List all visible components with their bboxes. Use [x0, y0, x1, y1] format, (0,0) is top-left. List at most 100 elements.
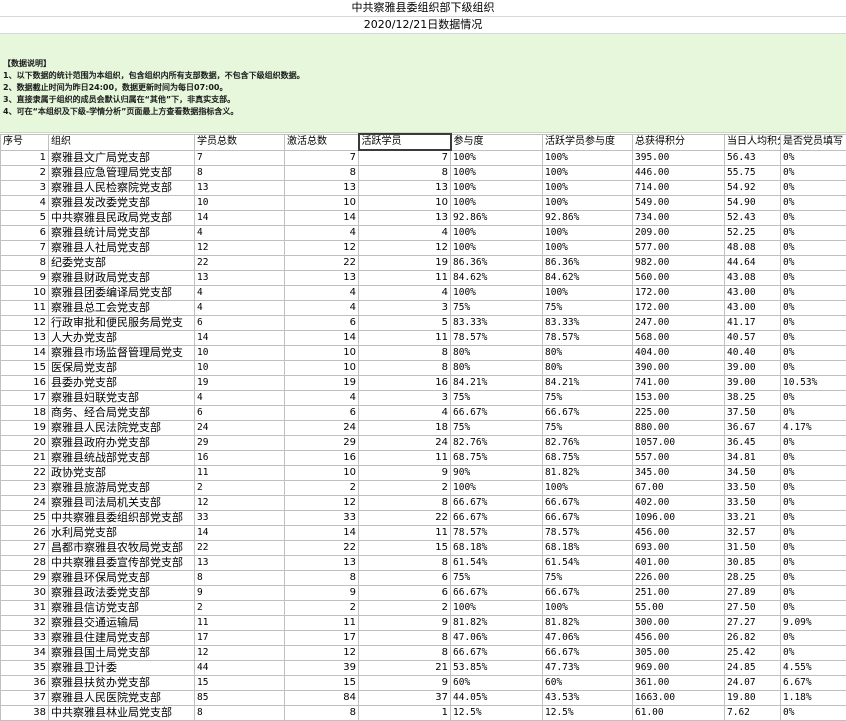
cell-total-points[interactable]: 560.00	[632, 270, 725, 286]
cell-participation[interactable]: 75%	[450, 300, 543, 316]
cell-org[interactable]: 医保局党支部	[48, 360, 195, 376]
cell-members[interactable]: 15	[194, 675, 285, 691]
cell-active-participation[interactable]: 82.76%	[542, 435, 633, 451]
cell-active-participation[interactable]: 43.53%	[542, 690, 633, 706]
cell-avg-points[interactable]: 41.17	[724, 315, 781, 331]
cell-active-participation[interactable]: 84.62%	[542, 270, 633, 286]
cell-active-learners[interactable]: 3	[358, 390, 451, 406]
cell-participation[interactable]: 75%	[450, 570, 543, 586]
cell-total-points[interactable]: 568.00	[632, 330, 725, 346]
cell-org[interactable]: 察雅县信访党支部	[48, 600, 195, 616]
cell-index[interactable]: 26	[0, 525, 49, 541]
cell-avg-points[interactable]: 30.85	[724, 555, 781, 571]
cell-activated[interactable]: 39	[284, 660, 359, 676]
col-header-participation[interactable]: 参与度	[450, 133, 543, 151]
cell-avg-points[interactable]: 43.00	[724, 285, 781, 301]
cell-active-learners[interactable]: 8	[358, 165, 451, 181]
cell-org[interactable]: 察雅县财政局党支部	[48, 270, 195, 286]
col-header-member-fill[interactable]: 是否党员填写	[780, 133, 846, 151]
cell-org[interactable]: 察雅县住建局党支部	[48, 630, 195, 646]
cell-total-points[interactable]: 456.00	[632, 630, 725, 646]
cell-member-fill[interactable]: 0%	[780, 525, 846, 541]
cell-avg-points[interactable]: 7.62	[724, 705, 781, 721]
cell-avg-points[interactable]: 55.75	[724, 165, 781, 181]
cell-activated[interactable]: 6	[284, 405, 359, 421]
cell-avg-points[interactable]: 27.50	[724, 600, 781, 616]
cell-active-participation[interactable]: 66.67%	[542, 645, 633, 661]
cell-avg-points[interactable]: 52.25	[724, 225, 781, 241]
cell-participation[interactable]: 78.57%	[450, 525, 543, 541]
cell-avg-points[interactable]: 34.50	[724, 465, 781, 481]
cell-active-participation[interactable]: 75%	[542, 420, 633, 436]
cell-members[interactable]: 6	[194, 315, 285, 331]
cell-members[interactable]: 2	[194, 600, 285, 616]
cell-active-learners[interactable]: 8	[358, 555, 451, 571]
cell-members[interactable]: 11	[194, 465, 285, 481]
cell-index[interactable]: 2	[0, 165, 49, 181]
cell-avg-points[interactable]: 25.42	[724, 645, 781, 661]
col-header-activated[interactable]: 激活总数	[284, 133, 359, 151]
col-header-active-participation[interactable]: 活跃学员参与度	[542, 133, 633, 151]
cell-avg-points[interactable]: 31.50	[724, 540, 781, 556]
cell-avg-points[interactable]: 24.07	[724, 675, 781, 691]
cell-index[interactable]: 7	[0, 240, 49, 256]
cell-org[interactable]: 察雅县发改委党支部	[48, 195, 195, 211]
cell-avg-points[interactable]: 34.81	[724, 450, 781, 466]
cell-participation[interactable]: 78.57%	[450, 330, 543, 346]
cell-active-participation[interactable]: 84.21%	[542, 375, 633, 391]
cell-active-participation[interactable]: 86.36%	[542, 255, 633, 271]
col-header-index[interactable]: 序号	[0, 133, 49, 151]
cell-index[interactable]: 11	[0, 300, 49, 316]
cell-activated[interactable]: 10	[284, 195, 359, 211]
cell-activated[interactable]: 11	[284, 615, 359, 631]
cell-org[interactable]: 察雅县交通运输局	[48, 615, 195, 631]
cell-activated[interactable]: 84	[284, 690, 359, 706]
cell-activated[interactable]: 17	[284, 630, 359, 646]
cell-members[interactable]: 2	[194, 480, 285, 496]
cell-active-participation[interactable]: 100%	[542, 240, 633, 256]
cell-org[interactable]: 纪委党支部	[48, 255, 195, 271]
cell-activated[interactable]: 13	[284, 555, 359, 571]
cell-activated[interactable]: 14	[284, 330, 359, 346]
cell-member-fill[interactable]: 0%	[780, 390, 846, 406]
cell-org[interactable]: 昌都市察雅县农牧局党支部	[48, 540, 195, 556]
cell-participation[interactable]: 66.67%	[450, 645, 543, 661]
cell-participation[interactable]: 84.62%	[450, 270, 543, 286]
cell-index[interactable]: 13	[0, 330, 49, 346]
cell-active-learners[interactable]: 13	[358, 210, 451, 226]
cell-participation[interactable]: 75%	[450, 420, 543, 436]
cell-active-learners[interactable]: 3	[358, 300, 451, 316]
cell-org[interactable]: 政协党支部	[48, 465, 195, 481]
cell-activated[interactable]: 4	[284, 390, 359, 406]
cell-members[interactable]: 22	[194, 540, 285, 556]
cell-members[interactable]: 4	[194, 300, 285, 316]
cell-participation[interactable]: 82.76%	[450, 435, 543, 451]
cell-index[interactable]: 8	[0, 255, 49, 271]
cell-activated[interactable]: 13	[284, 270, 359, 286]
cell-member-fill[interactable]: 0%	[780, 165, 846, 181]
cell-total-points[interactable]: 247.00	[632, 315, 725, 331]
cell-members[interactable]: 12	[194, 240, 285, 256]
cell-index[interactable]: 17	[0, 390, 49, 406]
cell-org[interactable]: 中共察雅县委组织部党支部	[48, 510, 195, 526]
cell-participation[interactable]: 66.67%	[450, 495, 543, 511]
cell-active-learners[interactable]: 11	[358, 450, 451, 466]
cell-members[interactable]: 6	[194, 405, 285, 421]
cell-members[interactable]: 29	[194, 435, 285, 451]
cell-active-participation[interactable]: 66.67%	[542, 585, 633, 601]
cell-members[interactable]: 85	[194, 690, 285, 706]
cell-members[interactable]: 19	[194, 375, 285, 391]
cell-org[interactable]: 中共察雅县林业局党支部	[48, 705, 195, 721]
cell-member-fill[interactable]: 0%	[780, 149, 846, 166]
cell-activated[interactable]: 4	[284, 225, 359, 241]
cell-activated[interactable]: 10	[284, 465, 359, 481]
cell-active-learners[interactable]: 21	[358, 660, 451, 676]
cell-active-learners[interactable]: 7	[358, 149, 451, 166]
cell-member-fill[interactable]: 0%	[780, 195, 846, 211]
cell-org[interactable]: 察雅县人民医院党支部	[48, 690, 195, 706]
cell-active-learners[interactable]: 15	[358, 540, 451, 556]
cell-member-fill[interactable]: 0%	[780, 345, 846, 361]
cell-member-fill[interactable]: 0%	[780, 510, 846, 526]
cell-members[interactable]: 8	[194, 705, 285, 721]
cell-active-participation[interactable]: 100%	[542, 149, 633, 166]
